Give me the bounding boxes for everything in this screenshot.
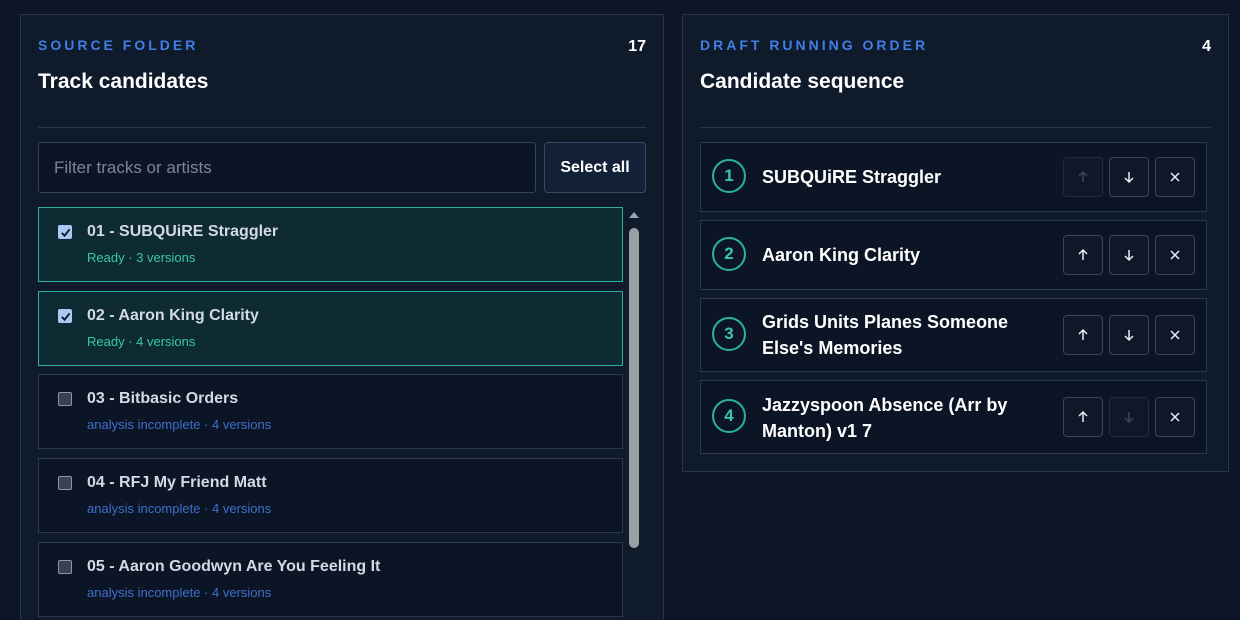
sequence-item: 3 Grids Units Planes Someone Else's Memo… — [700, 298, 1207, 372]
arrow-down-icon — [1124, 172, 1134, 184]
sequence-track-title: Jazzyspoon Absence (Arr by Manton) v1 7 — [762, 395, 1008, 441]
track-title: 02 - Aaron King Clarity — [87, 307, 259, 324]
sequence-track-title: Aaron King Clarity — [762, 245, 921, 265]
running-order-panel: DRAFT RUNNING ORDER 4 Candidate sequence… — [682, 14, 1229, 472]
sequence-number: 3 — [712, 317, 746, 351]
track-item[interactable]: 03 - Bitbasic Orders analysis incomplete… — [38, 374, 623, 449]
arrow-down-icon — [1124, 330, 1134, 342]
move-down-button[interactable] — [1109, 157, 1149, 197]
track-status: Ready · 3 versions — [87, 250, 196, 265]
track-status: analysis incomplete · 4 versions — [87, 585, 272, 600]
checkmark-icon — [60, 312, 70, 321]
select-all-button[interactable]: Select all — [544, 142, 646, 193]
sequence-number: 1 — [712, 159, 746, 193]
track-checkbox[interactable] — [58, 476, 72, 490]
sequence-item: 1 SUBQUiRE Straggler — [700, 142, 1207, 212]
track-checkbox[interactable] — [58, 309, 72, 323]
sequence-number: 2 — [712, 237, 746, 271]
source-folder-label: SOURCE FOLDER — [38, 37, 199, 53]
arrow-up-icon — [1078, 170, 1088, 182]
move-down-button[interactable] — [1109, 315, 1149, 355]
panel-title: Track candidates — [38, 70, 209, 93]
close-icon — [1170, 412, 1180, 422]
move-up-button[interactable] — [1063, 315, 1103, 355]
move-up-button[interactable] — [1063, 235, 1103, 275]
track-status: analysis incomplete · 4 versions — [87, 501, 272, 516]
track-title: 03 - Bitbasic Orders — [87, 390, 239, 407]
track-item[interactable]: 04 - RFJ My Friend Matt analysis incompl… — [38, 458, 623, 533]
arrow-down-icon — [1124, 412, 1134, 424]
remove-button[interactable] — [1155, 157, 1195, 197]
sequence-number: 4 — [712, 399, 746, 433]
running-order-label: DRAFT RUNNING ORDER — [700, 37, 929, 53]
scrollbar-thumb[interactable] — [629, 228, 639, 548]
track-item[interactable]: 05 - Aaron Goodwyn Are You Feeling It an… — [38, 542, 623, 617]
arrow-up-icon — [1078, 410, 1088, 422]
panel-title: Candidate sequence — [700, 70, 905, 93]
close-icon — [1170, 250, 1180, 260]
arrow-up-icon — [1078, 328, 1088, 340]
remove-button[interactable] — [1155, 397, 1195, 437]
filter-tracks-input[interactable] — [38, 142, 536, 193]
track-checkbox[interactable] — [58, 225, 72, 239]
remove-button[interactable] — [1155, 315, 1195, 355]
scroll-up-arrow-icon[interactable] — [629, 212, 639, 218]
move-down-button[interactable] — [1109, 397, 1149, 437]
track-title: 01 - SUBQUiRE Straggler — [87, 223, 279, 240]
arrow-up-icon — [1078, 248, 1088, 260]
track-title: 04 - RFJ My Friend Matt — [87, 474, 267, 491]
track-checkbox[interactable] — [58, 392, 72, 406]
divider — [38, 127, 646, 128]
source-folder-panel: SOURCE FOLDER 17 Track candidates Select… — [20, 14, 664, 620]
close-icon — [1170, 172, 1180, 182]
track-item[interactable]: 02 - Aaron King Clarity Ready · 4 versio… — [38, 291, 623, 366]
sequence-item: 2 Aaron King Clarity — [700, 220, 1207, 290]
divider — [700, 127, 1211, 128]
sequence-item: 4 Jazzyspoon Absence (Arr by Manton) v1 … — [700, 380, 1207, 454]
arrow-down-icon — [1124, 250, 1134, 262]
move-up-button[interactable] — [1063, 157, 1103, 197]
track-status: analysis incomplete · 4 versions — [87, 417, 272, 432]
move-down-button[interactable] — [1109, 235, 1149, 275]
track-list-scrollbar[interactable] — [626, 208, 642, 620]
track-item[interactable]: 01 - SUBQUiRE Straggler Ready · 3 versio… — [38, 207, 623, 282]
sequence-count: 4 — [1202, 38, 1211, 55]
track-checkbox[interactable] — [58, 560, 72, 574]
remove-button[interactable] — [1155, 235, 1195, 275]
checkmark-icon — [60, 228, 70, 237]
track-count: 17 — [628, 38, 646, 55]
track-status: Ready · 4 versions — [87, 334, 196, 349]
move-up-button[interactable] — [1063, 397, 1103, 437]
track-title: 05 - Aaron Goodwyn Are You Feeling It — [87, 558, 381, 575]
close-icon — [1170, 330, 1180, 340]
sequence-track-title: SUBQUiRE Straggler — [762, 167, 942, 187]
sequence-track-title: Grids Units Planes Someone Else's Memori… — [762, 312, 1009, 358]
